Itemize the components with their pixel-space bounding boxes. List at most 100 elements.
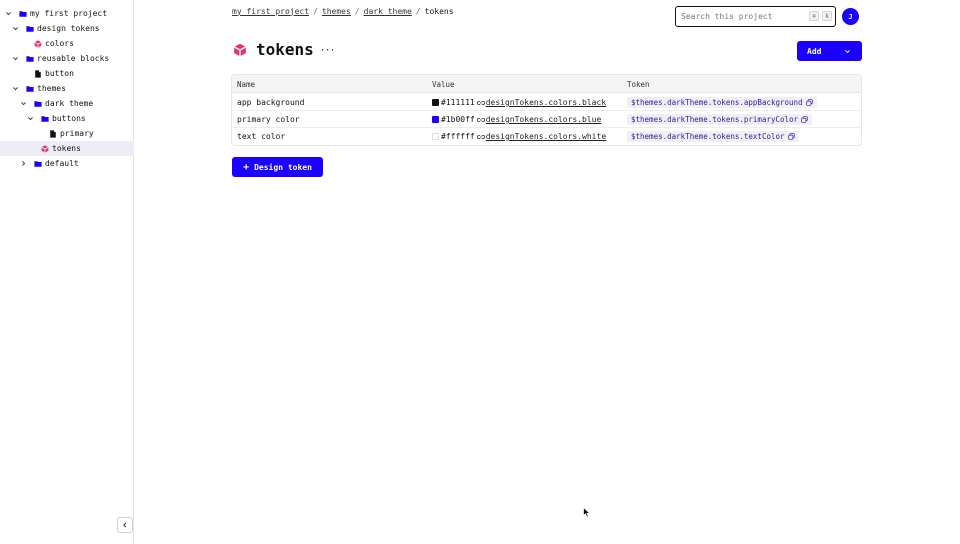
tokens-table: Name Value Token app background #111111 … bbox=[231, 74, 862, 146]
sidebar-item-label: buttons bbox=[52, 114, 86, 123]
token-value: #1b00ff designTokens.colors.blue bbox=[432, 115, 601, 124]
color-swatch bbox=[432, 99, 439, 106]
sidebar-item-my-first-project[interactable]: my first project bbox=[0, 6, 134, 21]
breadcrumb-separator: / bbox=[415, 6, 421, 16]
add-button[interactable]: Add bbox=[797, 41, 862, 61]
add-button-label: Add bbox=[807, 46, 822, 56]
more-options-button[interactable]: ··· bbox=[319, 44, 335, 56]
folder-icon bbox=[26, 25, 34, 33]
avatar[interactable]: J bbox=[842, 8, 859, 25]
table-row[interactable]: primary color #1b00ff designTokens.color… bbox=[232, 111, 861, 128]
file-icon bbox=[49, 129, 57, 138]
sidebar-item-label: themes bbox=[37, 84, 66, 93]
token-path-chip[interactable]: $themes.darkTheme.tokens.appBackground bbox=[627, 97, 817, 108]
sidebar-item-default[interactable]: default bbox=[0, 156, 134, 171]
search-input[interactable]: Search this project ⌘ k bbox=[675, 6, 836, 27]
token-hex: #ffffff bbox=[441, 132, 475, 141]
chevron-right-icon[interactable] bbox=[19, 160, 27, 168]
sidebar-item-buttons[interactable]: buttons bbox=[0, 111, 134, 126]
token-reference-link[interactable]: designTokens.colors.black bbox=[486, 98, 606, 107]
sidebar-item-button[interactable]: button bbox=[0, 66, 134, 81]
shortcut-key-cmd: ⌘ bbox=[809, 11, 819, 21]
color-swatch bbox=[432, 116, 439, 123]
sidebar-item-colors[interactable]: colors bbox=[0, 36, 134, 51]
token-name: app background bbox=[237, 98, 305, 107]
breadcrumb-link-dark-theme[interactable]: dark theme bbox=[364, 7, 412, 16]
copy-icon[interactable] bbox=[801, 116, 808, 123]
sidebar-item-label: default bbox=[45, 159, 79, 168]
token-path-chip[interactable]: $themes.darkTheme.tokens.textColor bbox=[627, 131, 799, 142]
chevron-down-icon[interactable] bbox=[19, 100, 27, 108]
table-row[interactable]: text color #ffffff designTokens.colors.w… bbox=[232, 128, 861, 145]
sidebar-item-label: tokens bbox=[52, 144, 81, 153]
chevron-left-icon bbox=[123, 522, 127, 528]
breadcrumb: my first project / themes / dark theme /… bbox=[232, 5, 454, 17]
sidebar-item-label: my first project bbox=[30, 9, 108, 18]
breadcrumb-separator: / bbox=[313, 6, 318, 16]
page-title: tokens bbox=[256, 40, 314, 59]
add-design-token-label: Design token bbox=[254, 162, 312, 172]
file-icon bbox=[34, 69, 42, 78]
sidebar-item-label: button bbox=[45, 69, 74, 78]
sidebar-item-design-tokens[interactable]: design tokens bbox=[0, 21, 134, 36]
plus-icon: + bbox=[243, 161, 250, 173]
chevron-down-icon[interactable] bbox=[843, 47, 851, 55]
sidebar-item-reusable-blocks[interactable]: reusable blocks bbox=[0, 51, 134, 66]
add-design-token-button[interactable]: + Design token bbox=[232, 157, 323, 177]
sidebar-item-label: colors bbox=[45, 39, 74, 48]
copy-icon[interactable] bbox=[787, 133, 795, 140]
token-name: primary color bbox=[237, 115, 300, 124]
chevron-down-icon[interactable] bbox=[11, 85, 19, 93]
link-icon bbox=[476, 134, 485, 139]
token-value: #111111 designTokens.colors.black bbox=[432, 98, 606, 107]
search-placeholder: Search this project bbox=[681, 12, 773, 21]
mouse-cursor-icon bbox=[583, 507, 591, 518]
link-icon bbox=[476, 117, 485, 122]
token-reference-link[interactable]: designTokens.colors.blue bbox=[486, 115, 602, 124]
token-path: $themes.darkTheme.tokens.appBackground bbox=[631, 98, 803, 107]
folder-icon bbox=[26, 85, 34, 93]
folder-icon bbox=[26, 55, 34, 63]
sidebar-item-label: primary bbox=[60, 129, 94, 138]
table-header: Name Value Token bbox=[232, 75, 861, 93]
token-hex: #1b00ff bbox=[441, 115, 475, 124]
chevron-down-icon[interactable] bbox=[11, 55, 19, 63]
copy-icon[interactable] bbox=[805, 99, 813, 106]
folder-icon bbox=[41, 115, 49, 123]
sidebar-item-label: design tokens bbox=[37, 24, 100, 33]
sidebar-item-tokens[interactable]: tokens bbox=[0, 141, 134, 156]
breadcrumb-link-project[interactable]: my first project bbox=[232, 7, 309, 16]
sidebar-item-label: dark theme bbox=[45, 99, 94, 108]
folder-icon bbox=[19, 10, 27, 18]
breadcrumb-link-themes[interactable]: themes bbox=[322, 7, 351, 16]
chevron-down-icon[interactable] bbox=[26, 115, 34, 123]
token-path: $themes.darkTheme.tokens.primaryColor bbox=[631, 115, 799, 124]
token-set-icon bbox=[234, 43, 246, 57]
color-swatch bbox=[432, 133, 439, 140]
token-set-icon bbox=[41, 144, 49, 153]
table-row[interactable]: app background #111111 designTokens.colo… bbox=[232, 94, 861, 111]
shortcut-key-k: k bbox=[822, 11, 832, 21]
sidebar-item-dark-theme[interactable]: dark theme bbox=[0, 96, 134, 111]
folder-icon bbox=[34, 160, 42, 168]
sidebar-item-primary[interactable]: primary bbox=[0, 126, 134, 141]
token-set-icon bbox=[34, 39, 42, 48]
sidebar-item-themes[interactable]: themes bbox=[0, 81, 134, 96]
folder-icon bbox=[34, 100, 42, 108]
token-name: text color bbox=[237, 132, 286, 141]
link-icon bbox=[476, 100, 485, 105]
token-value: #ffffff designTokens.colors.white bbox=[432, 132, 606, 141]
chevron-down-icon[interactable] bbox=[4, 10, 12, 18]
breadcrumb-current: tokens bbox=[424, 6, 454, 16]
column-header-name: Name bbox=[237, 80, 256, 89]
token-path-chip[interactable]: $themes.darkTheme.tokens.primaryColor bbox=[627, 114, 813, 125]
collapse-sidebar-button[interactable] bbox=[117, 517, 133, 533]
token-reference-link[interactable]: designTokens.colors.white bbox=[486, 132, 606, 141]
column-header-token: Token bbox=[627, 80, 650, 89]
chevron-down-icon[interactable] bbox=[11, 25, 19, 33]
token-hex: #111111 bbox=[441, 98, 475, 107]
column-header-value: Value bbox=[432, 80, 455, 89]
sidebar-item-label: reusable blocks bbox=[37, 54, 110, 63]
sidebar: my first project design tokens colors re… bbox=[0, 0, 134, 544]
breadcrumb-separator: / bbox=[354, 6, 360, 16]
